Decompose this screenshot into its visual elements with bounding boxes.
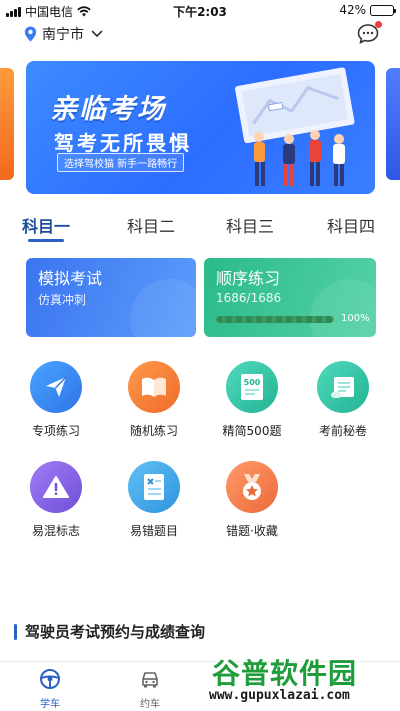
practice-progress-bar (216, 316, 334, 323)
tool-label: 随机练习 (129, 424, 178, 438)
tool-special-practice[interactable]: 专项练习 (16, 361, 96, 439)
banner-prev-slide[interactable] (0, 68, 14, 180)
steering-wheel-icon (40, 669, 60, 689)
banner-title: 亲临考场 (50, 94, 166, 125)
messages-button[interactable] (356, 21, 382, 46)
sequential-practice-card[interactable]: 顺序练习 1686/1686 100% (204, 258, 376, 337)
watermark-url: www.gupuxlazai.com (206, 688, 353, 703)
header: 南宁市 (0, 21, 400, 48)
tool-random-practice[interactable]: 随机练习 (114, 361, 194, 439)
tool-confusing-signs[interactable]: 易混标志 (16, 461, 96, 539)
active-tab-indicator (28, 239, 64, 242)
nav-label: 学车 (40, 699, 60, 710)
status-right: 42% (339, 3, 396, 17)
section-title-text: 驾驶员考试预约与成绩查询 (25, 623, 206, 641)
banner-subtitle: 驾考无所畏惧 (54, 131, 192, 155)
paper-plane-icon (30, 361, 82, 413)
car-icon (142, 672, 158, 688)
banner-tagline: 选择驾校猫 新手一路畅行 (57, 153, 185, 172)
tool-label: 专项练习 (31, 424, 80, 438)
tool-wrong-and-favorites[interactable]: 错题·收藏 (212, 461, 292, 539)
warning-triangle-icon (30, 461, 82, 513)
city-label: 南宁市 (42, 27, 84, 43)
scroll-icon (317, 361, 369, 413)
mock-exam-card[interactable]: 模拟考试 仿真冲刺 (26, 258, 196, 337)
practice-progress-fill (216, 316, 334, 323)
svg-text:500: 500 (244, 378, 261, 387)
tab-subject-3[interactable]: 科目三 (226, 213, 274, 237)
mock-exam-title: 模拟考试 (38, 269, 103, 288)
chevron-down-icon (91, 30, 103, 38)
subject-tabs: 科目一 科目二 科目三 科目四 (0, 213, 400, 243)
unread-badge (375, 21, 382, 28)
section-accent-bar (14, 623, 17, 640)
document-500-icon: 500 (226, 361, 278, 413)
nav-learn-driving[interactable]: 学车 (20, 668, 80, 710)
tool-label: 易混标志 (31, 524, 80, 538)
tool-secret-paper[interactable]: 考前秘卷 (303, 361, 383, 439)
star-badge-icon (226, 461, 278, 513)
tab-subject-2[interactable]: 科目二 (127, 213, 175, 237)
open-book-icon (128, 361, 180, 413)
tool-label: 易错题目 (129, 524, 178, 538)
tool-label: 错题·收藏 (226, 524, 278, 538)
sequential-practice-count: 1686/1686 (216, 291, 282, 305)
city-selector[interactable]: 南宁市 (24, 24, 103, 44)
location-pin-icon (24, 26, 37, 42)
tab-subject-4[interactable]: 科目四 (327, 213, 375, 237)
tool-500-questions[interactable]: 500 精简500题 (212, 361, 292, 439)
status-bar: 中国电信 下午2:03 42% (0, 0, 400, 20)
nav-book-car[interactable]: 约车 (120, 668, 180, 710)
nav-label: 约车 (140, 699, 160, 710)
error-list-icon (128, 461, 180, 513)
battery-percent: 42% (339, 3, 366, 17)
tool-label: 精简500题 (222, 424, 282, 438)
practice-progress-percent: 100% (341, 313, 370, 324)
tab-subject-1[interactable]: 科目一 (22, 213, 70, 237)
mock-exam-subtitle: 仿真冲刺 (38, 293, 87, 307)
watermark-title: 谷普软件园 (212, 657, 358, 690)
tool-label: 考前秘卷 (318, 424, 367, 438)
battery-icon (370, 4, 396, 16)
exam-booking-section-title: 驾驶员考试预约与成绩查询 (14, 621, 205, 642)
tool-error-prone-questions[interactable]: 易错题目 (114, 461, 194, 539)
promo-banner[interactable]: 亲临考场 驾考无所畏惧 选择驾校猫 新手一路畅行 (26, 61, 375, 194)
watermark-logo: 谷普软件园 www.gupuxlazai.com (196, 652, 392, 708)
banner-illustration (235, 67, 355, 186)
sequential-practice-title: 顺序练习 (216, 269, 281, 288)
banner-next-slide[interactable] (386, 68, 400, 180)
